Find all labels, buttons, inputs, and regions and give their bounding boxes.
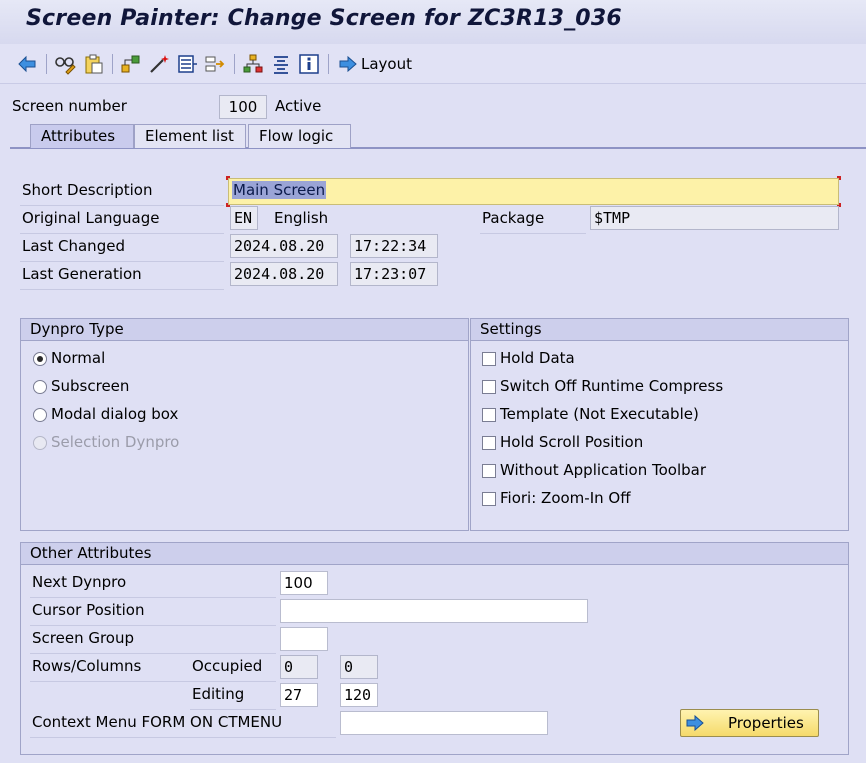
original-language-label: Original Language: [22, 209, 160, 227]
screen-group-label: Screen Group: [32, 629, 135, 647]
template-label: Template (Not Executable): [500, 405, 699, 423]
editing-rows-input[interactable]: 27: [280, 683, 318, 707]
hierarchy-icon[interactable]: [120, 53, 142, 75]
row-divider: [30, 653, 276, 654]
short-description-label: Short Description: [22, 181, 153, 199]
tab-flow-logic[interactable]: Flow logic: [248, 124, 351, 148]
radio-modal-dialog[interactable]: [33, 408, 47, 422]
back-icon[interactable]: [16, 53, 38, 75]
checkbox-fiori-zoom-in-off[interactable]: [482, 492, 496, 506]
tab-label: Element list: [145, 127, 234, 145]
tab-element-list[interactable]: Element list: [134, 124, 246, 148]
radio-subscreen-label: Subscreen: [51, 377, 130, 395]
flow-icon[interactable]: [204, 53, 226, 75]
properties-label: Properties: [728, 714, 804, 732]
editing-label: Editing: [192, 685, 245, 703]
checkbox-hold-data[interactable]: [482, 352, 496, 366]
radio-normal-label: Normal: [51, 349, 106, 367]
row-divider: [20, 261, 224, 262]
row-divider: [30, 681, 276, 682]
toolbar-separator: [112, 54, 113, 74]
checkbox-hold-scroll-position[interactable]: [482, 436, 496, 450]
next-dynpro-input[interactable]: 100: [280, 571, 328, 595]
arrow-right-icon: [686, 715, 704, 731]
clipboard-icon[interactable]: [82, 53, 104, 75]
row-divider: [30, 625, 276, 626]
last-changed-date: 2024.08.20: [230, 234, 338, 258]
tab-label: Attributes: [41, 127, 116, 145]
focus-corner: [837, 176, 841, 180]
occupied-columns: 0: [340, 655, 378, 679]
dynpro-type-title: Dynpro Type: [21, 319, 468, 341]
last-generation-label: Last Generation: [22, 265, 142, 283]
radio-selection-dynpro: [33, 436, 47, 450]
radio-normal[interactable]: [33, 352, 47, 366]
row-divider: [20, 205, 224, 206]
toolbar-separator: [234, 54, 235, 74]
last-generation-time: 17:23:07: [350, 262, 438, 286]
row-divider: [20, 233, 224, 234]
context-menu-input[interactable]: [340, 711, 548, 735]
row-divider: [190, 709, 276, 710]
org-tree-icon[interactable]: [242, 53, 264, 75]
title-bar: Screen Painter: Change Screen for ZC3R13…: [0, 0, 866, 44]
next-dynpro-label: Next Dynpro: [32, 573, 127, 591]
short-description-input[interactable]: Main Screen: [228, 178, 839, 205]
occupied-rows: 0: [280, 655, 318, 679]
element-list-icon[interactable]: [176, 53, 198, 75]
screen-group-input[interactable]: [280, 627, 328, 651]
screen-status: Active: [275, 97, 322, 115]
layout-label: Layout: [361, 55, 412, 73]
focus-corner: [226, 176, 230, 180]
toolbar-separator: [46, 54, 47, 74]
hold-data-label: Hold Data: [500, 349, 575, 367]
checkbox-without-app-toolbar[interactable]: [482, 464, 496, 478]
checkbox-switch-off-runtime-compress[interactable]: [482, 380, 496, 394]
context-menu-label: Context Menu FORM ON CTMENU: [32, 713, 283, 731]
package-label: Package: [482, 209, 545, 227]
radio-selection-dynpro-label: Selection Dynpro: [51, 433, 180, 451]
window-title: Screen Painter: Change Screen for ZC3R13…: [26, 6, 622, 31]
tab-attributes[interactable]: Attributes: [30, 124, 134, 148]
short-description-value: Main Screen: [232, 181, 327, 199]
settings-title: Settings: [471, 319, 848, 341]
radio-modal-dialog-label: Modal dialog box: [51, 405, 179, 423]
original-language-code: EN: [230, 206, 258, 230]
tab-label: Flow logic: [259, 127, 334, 145]
checkbox-template[interactable]: [482, 408, 496, 422]
magic-wand-icon[interactable]: [148, 53, 170, 75]
last-generation-date: 2024.08.20: [230, 262, 338, 286]
glasses-pencil-icon[interactable]: [54, 53, 76, 75]
fiori-zoom-in-off-label: Fiori: Zoom-In Off: [500, 489, 631, 507]
radio-subscreen[interactable]: [33, 380, 47, 394]
properties-button[interactable]: Properties: [680, 709, 819, 737]
row-divider: [30, 597, 276, 598]
arrow-right-icon: [339, 55, 357, 73]
screen-number-label: Screen number: [12, 97, 127, 115]
info-icon[interactable]: [298, 53, 320, 75]
last-changed-label: Last Changed: [22, 237, 125, 255]
original-language-name: English: [274, 209, 329, 227]
cursor-position-input[interactable]: [280, 599, 588, 623]
rows-columns-label: Rows/Columns: [32, 657, 142, 675]
without-app-toolbar-label: Without Application Toolbar: [500, 461, 706, 479]
occupied-label: Occupied: [192, 657, 263, 675]
cursor-position-label: Cursor Position: [32, 601, 145, 619]
last-changed-time: 17:22:34: [350, 234, 438, 258]
row-divider: [20, 289, 224, 290]
editing-columns-input[interactable]: 120: [340, 683, 378, 707]
toolbar-separator: [328, 54, 329, 74]
hold-scroll-position-label: Hold Scroll Position: [500, 433, 644, 451]
switch-off-runtime-compress-label: Switch Off Runtime Compress: [500, 377, 724, 395]
row-divider: [30, 737, 336, 738]
package-field: $TMP: [590, 206, 839, 230]
other-attributes-title: Other Attributes: [21, 543, 848, 565]
align-icon[interactable]: [270, 53, 292, 75]
row-divider: [480, 233, 586, 234]
screen-number-field: 100: [219, 95, 267, 119]
layout-button[interactable]: Layout: [338, 52, 412, 76]
